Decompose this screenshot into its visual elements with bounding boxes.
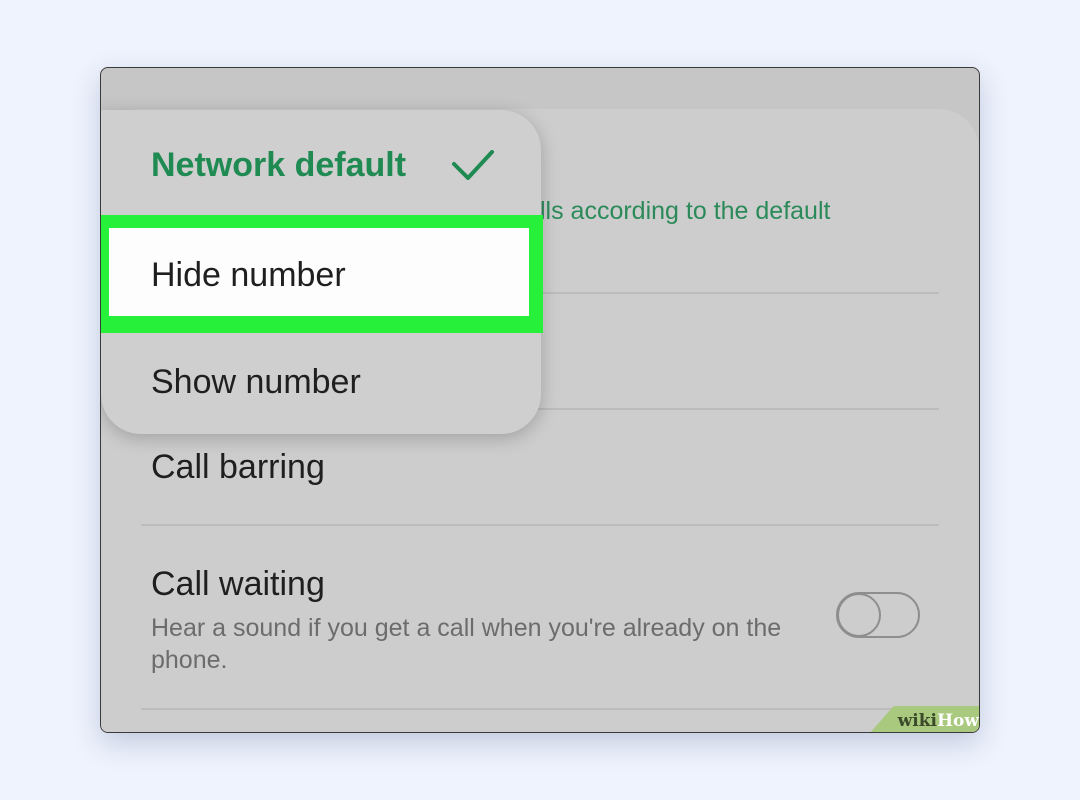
call-waiting-toggle[interactable]	[836, 592, 920, 638]
menu-item-hide-number[interactable]: Hide number	[109, 228, 529, 316]
menu-item-label: Hide number	[151, 256, 346, 294]
menu-item-network-default[interactable]: Network default	[151, 146, 406, 185]
call-waiting-subtitle: Hear a sound if you get a call when you'…	[151, 614, 782, 674]
divider	[141, 708, 939, 710]
watermark-text: wikiHow	[897, 711, 979, 731]
check-icon	[452, 150, 494, 180]
screenshot-frame: lls according to the default Call barrin…	[100, 67, 980, 733]
divider	[141, 524, 939, 526]
call-barring-row[interactable]: Call barring	[151, 448, 325, 487]
caller-id-subtitle: lls according to the default	[540, 197, 831, 225]
call-waiting-title[interactable]: Call waiting	[151, 565, 325, 604]
menu-item-show-number[interactable]: Show number	[151, 363, 361, 402]
highlight-box: Hide number	[101, 215, 543, 333]
watermark-logo: wikiHow	[869, 706, 979, 732]
toggle-knob	[837, 593, 881, 637]
